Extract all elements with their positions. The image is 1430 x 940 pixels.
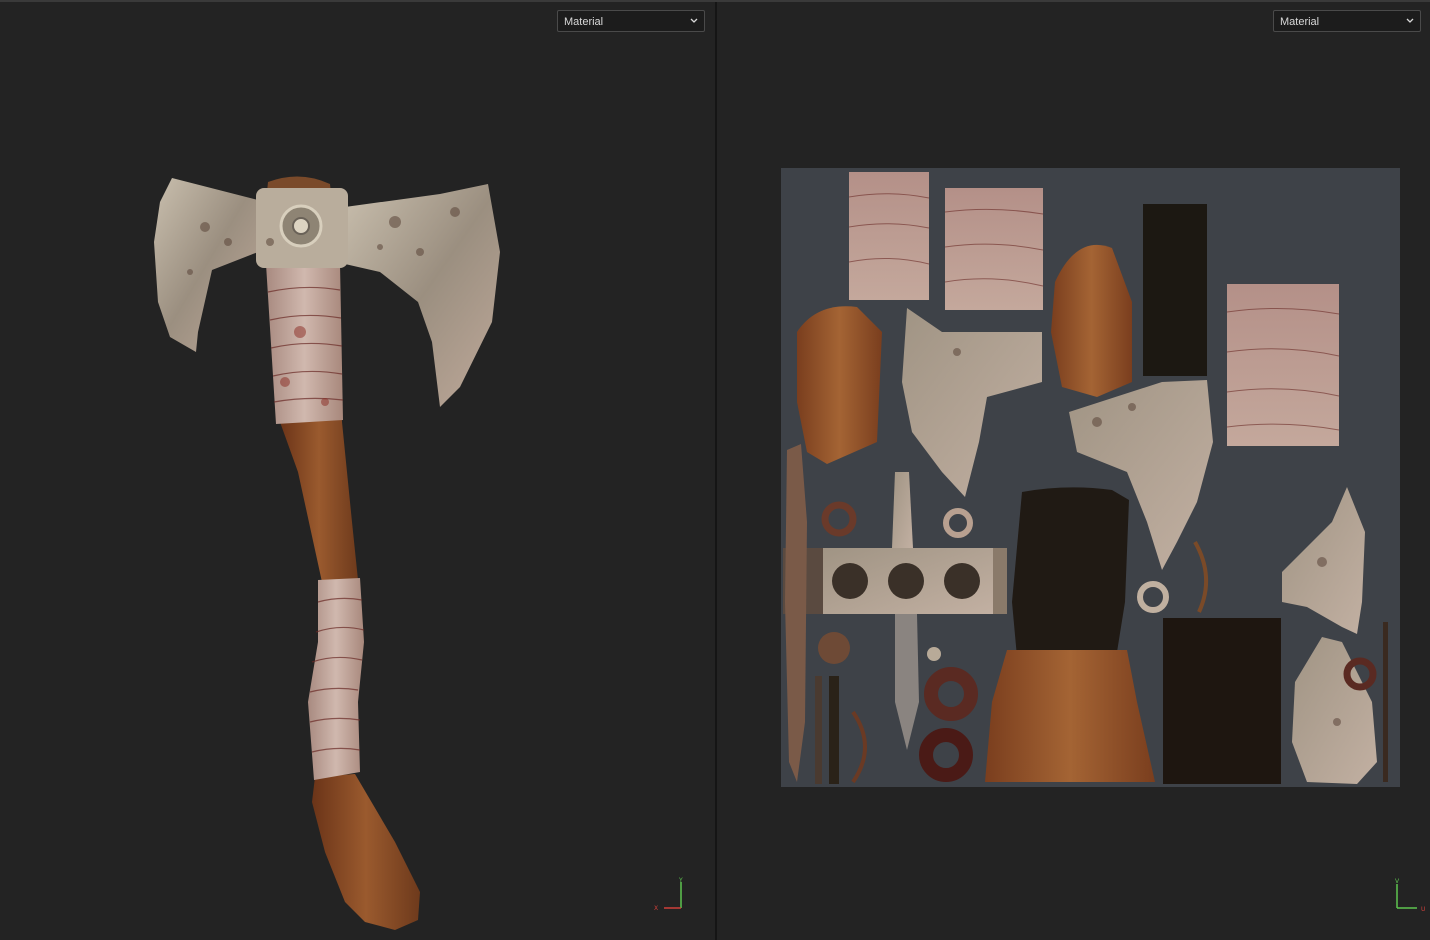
axe-blade-right (345, 184, 500, 407)
uv-island (1143, 204, 1207, 376)
axis-x-label: X (654, 905, 658, 912)
uv-island (797, 306, 882, 464)
axis-u-label: U (1421, 906, 1425, 913)
axis-gizmo-uv: V U (1395, 878, 1425, 913)
app-window: Material Y X Material V U (0, 0, 1430, 940)
uv-island (1012, 487, 1129, 657)
axis-y-label: Y (678, 877, 683, 884)
uv-island (985, 650, 1155, 782)
shading-mode-dropdown[interactable]: Material (557, 10, 705, 32)
shading-mode-dropdown-uv[interactable]: Material (1273, 10, 1421, 32)
axe-blade-left (154, 178, 258, 352)
uv-island (815, 676, 822, 784)
uv-island (829, 676, 839, 784)
uv-texture-map[interactable] (717, 2, 1430, 940)
viewport-3d[interactable]: Material Y X (0, 2, 715, 940)
axis-v-label: V (1395, 878, 1400, 885)
axe-handle-lower (312, 774, 420, 930)
uv-island (993, 548, 1007, 614)
uv-island (849, 172, 929, 300)
chevron-down-icon (1406, 18, 1414, 23)
uv-island (1383, 622, 1388, 782)
shading-mode-value: Material (564, 16, 604, 28)
uv-island (945, 188, 1043, 310)
uv-island (1163, 618, 1281, 784)
axe-model-render[interactable] (0, 2, 715, 940)
chevron-down-icon (690, 18, 698, 23)
axis-gizmo-xy: Y X (654, 877, 683, 912)
shading-mode-value: Material (1280, 16, 1320, 28)
uv-island (785, 444, 807, 782)
viewport-uv[interactable]: Material V U (717, 2, 1430, 940)
